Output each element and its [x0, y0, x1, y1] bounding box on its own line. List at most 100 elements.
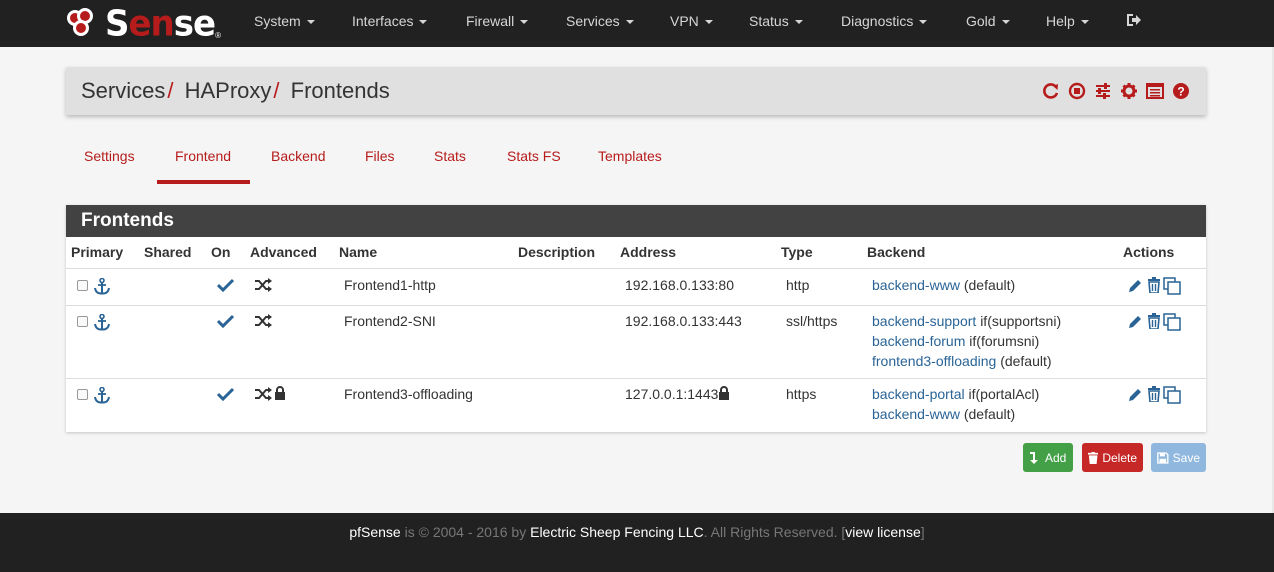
col-shared: Shared — [144, 244, 192, 260]
caret-down-icon — [520, 20, 529, 25]
tab-frontend[interactable]: Frontend — [175, 148, 231, 164]
enabled-check-icon — [217, 387, 234, 401]
backend-entry: backend-www (default) — [872, 406, 1015, 422]
stop-service-icon[interactable] — [1068, 82, 1086, 100]
frontend-name: Frontend1-http — [344, 277, 436, 293]
backend-condition: if(forumsni) — [969, 333, 1040, 349]
col-on: On — [211, 244, 231, 260]
col-actions: Actions — [1123, 244, 1175, 260]
backend-link[interactable]: frontend3-offloading — [872, 353, 996, 369]
random-icon — [255, 278, 272, 292]
lock-icon — [719, 386, 730, 400]
copy-icon[interactable] — [1163, 277, 1181, 295]
row-select-checkbox[interactable] — [77, 389, 88, 400]
frontend-address: 192.168.0.133:443 — [625, 313, 742, 329]
save-button[interactable]: Save — [1151, 443, 1206, 472]
delete-button-label: Delete — [1102, 450, 1137, 465]
nav-vpn[interactable]: VPN — [670, 0, 713, 47]
brand-wordmark: Sense — [105, 3, 216, 46]
caret-down-icon — [625, 20, 634, 25]
copy-icon[interactable] — [1163, 386, 1181, 404]
tab-backend[interactable]: Backend — [271, 148, 325, 164]
nav-diagnostics[interactable]: Diagnostics — [841, 0, 928, 47]
backend-entry: backend-www (default) — [872, 277, 1015, 293]
edit-pencil-icon[interactable] — [1128, 314, 1143, 329]
row-select-checkbox[interactable] — [77, 316, 88, 327]
frontend-address-cell: 127.0.0.1:1443 — [625, 386, 730, 402]
header-divider — [66, 268, 1206, 269]
col-name: Name — [339, 244, 378, 260]
logo-circles-icon — [67, 8, 103, 40]
footer-company-link[interactable]: Electric Sheep Fencing LLC — [530, 524, 704, 540]
caret-down-icon — [419, 20, 428, 25]
delete-button[interactable]: Delete — [1082, 443, 1143, 472]
floppy-disk-icon — [1157, 451, 1169, 464]
nav-services[interactable]: Services — [566, 0, 634, 47]
tab-templates[interactable]: Templates — [598, 148, 662, 164]
nav-system[interactable]: System — [254, 0, 315, 47]
help-icon[interactable]: ? — [1172, 82, 1190, 100]
nav-firewall[interactable]: Firewall — [466, 0, 529, 47]
col-type: Type — [781, 244, 813, 260]
anchor-icon[interactable] — [93, 314, 111, 331]
frontends-panel: Frontends Primary Shared On Advanced Nam… — [66, 205, 1206, 432]
backend-condition: (default) — [963, 406, 1016, 422]
col-description: Description — [518, 244, 596, 260]
breadcrumb-services[interactable]: Services — [81, 78, 165, 103]
frontend-type: http — [786, 277, 810, 293]
enabled-check-icon — [217, 314, 234, 328]
tab-settings[interactable]: Settings — [84, 148, 135, 164]
copy-icon[interactable] — [1163, 313, 1181, 331]
breadcrumb-bar: Services/ HAProxy/ Frontends ? — [66, 67, 1206, 115]
frontend-name: Frontend3-offloading — [344, 386, 473, 402]
backend-link[interactable]: backend-www — [872, 406, 960, 422]
frontend-address: 127.0.0.1:1443 — [625, 386, 719, 402]
add-button-label: Add — [1045, 450, 1067, 465]
breadcrumb-separator: / — [273, 78, 280, 103]
delete-trash-icon[interactable] — [1147, 277, 1161, 293]
nav-interfaces[interactable]: Interfaces — [352, 0, 428, 47]
sliders-icon[interactable] — [1094, 82, 1112, 100]
enabled-check-icon — [217, 278, 234, 292]
nav-help[interactable]: Help — [1046, 0, 1089, 47]
tab-stats-fs[interactable]: Stats FS — [507, 148, 561, 164]
restart-service-icon[interactable] — [1042, 82, 1060, 100]
tab-files[interactable]: Files — [365, 148, 395, 164]
caret-down-icon — [306, 20, 315, 25]
backend-link[interactable]: backend-support — [872, 313, 976, 329]
backend-entry: backend-portal if(portalAcl) — [872, 386, 1039, 402]
add-button[interactable]: Add — [1023, 443, 1073, 472]
breadcrumb-haproxy[interactable]: HAProxy — [185, 78, 272, 103]
frontend-type: https — [786, 386, 817, 402]
edit-pencil-icon[interactable] — [1128, 278, 1143, 293]
logout-icon[interactable] — [1126, 12, 1142, 28]
view-license-link[interactable]: view license — [845, 524, 920, 540]
backend-link[interactable]: backend-portal — [872, 386, 965, 402]
registered-mark: ® — [215, 31, 221, 40]
nav-status[interactable]: Status — [749, 0, 803, 47]
row-select-checkbox[interactable] — [77, 280, 88, 291]
gear-icon[interactable] — [1120, 82, 1138, 100]
anchor-icon[interactable] — [93, 387, 111, 404]
log-list-icon[interactable] — [1146, 82, 1164, 100]
save-button-label: Save — [1172, 450, 1200, 465]
caret-down-icon — [704, 20, 713, 25]
pfsense-logo[interactable]: Sense ® — [67, 4, 221, 44]
random-icon — [255, 387, 272, 401]
backend-link[interactable]: backend-www — [872, 277, 960, 293]
edit-pencil-icon[interactable] — [1128, 387, 1143, 402]
anchor-icon[interactable] — [93, 278, 111, 295]
delete-trash-icon[interactable] — [1147, 313, 1161, 329]
tab-stats[interactable]: Stats — [434, 148, 466, 164]
nav-gold[interactable]: Gold — [966, 0, 1010, 47]
page-title: Frontends — [290, 78, 390, 103]
footer-copyright: is © 2004 - 2016 by — [400, 524, 531, 540]
frontend-address: 192.168.0.133:80 — [625, 277, 734, 293]
delete-trash-icon[interactable] — [1147, 386, 1161, 402]
backend-link[interactable]: backend-forum — [872, 333, 965, 349]
caret-down-icon — [919, 20, 928, 25]
backend-condition: (default) — [963, 277, 1016, 293]
caret-down-icon — [1080, 20, 1089, 25]
shortcut-icons: ? — [1042, 82, 1190, 100]
col-primary: Primary — [71, 244, 124, 260]
